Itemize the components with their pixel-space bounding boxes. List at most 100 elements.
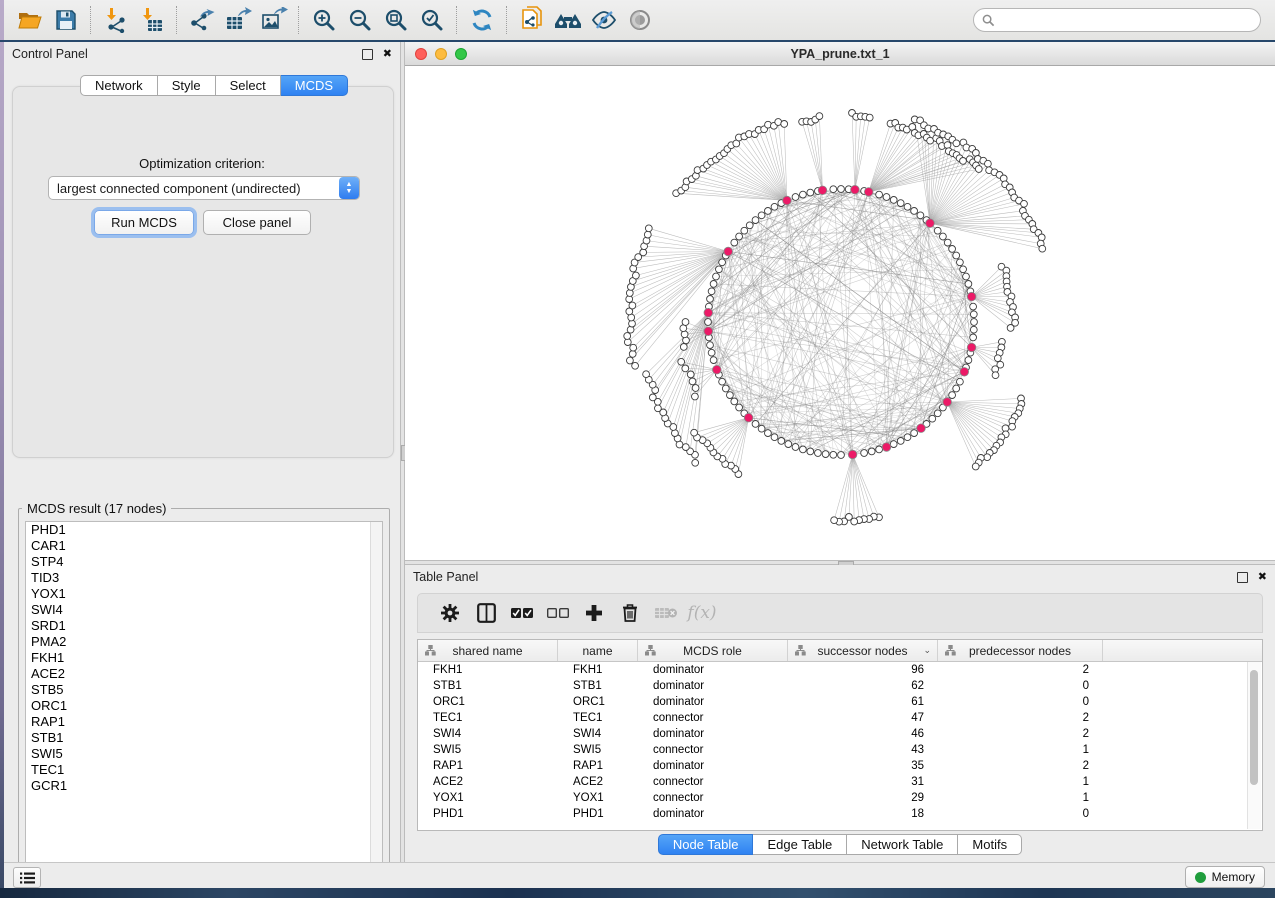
delete-columns-trash-icon[interactable]	[612, 598, 648, 628]
mcds-result-item[interactable]: SWI5	[26, 746, 382, 762]
tab-network-table[interactable]: Network Table	[847, 834, 958, 855]
run-mcds-button[interactable]: Run MCDS	[94, 210, 194, 235]
import-table-icon[interactable]	[134, 4, 170, 36]
network-search-field[interactable]	[973, 8, 1261, 32]
column-header-label: shared name	[452, 644, 522, 658]
table-row[interactable]: PHD1PHD1dominator180	[418, 806, 1262, 822]
table-cell: PHD1	[418, 808, 558, 820]
task-history-button[interactable]	[13, 867, 41, 888]
sort-chevron-icon: ⌄	[923, 645, 931, 656]
zoom-fit-icon[interactable]	[378, 4, 414, 36]
table-cell: 62	[788, 680, 938, 692]
mcds-result-item[interactable]: CAR1	[26, 538, 382, 554]
mcds-result-item[interactable]: STP4	[26, 554, 382, 570]
mcds-result-item[interactable]: ACE2	[26, 666, 382, 682]
mcds-result-item[interactable]: PHD1	[26, 522, 382, 538]
column-header-shared-name[interactable]: shared name	[418, 640, 558, 661]
mcds-result-item[interactable]: PMA2	[26, 634, 382, 650]
open-file-icon[interactable]	[12, 4, 48, 36]
mcds-result-item[interactable]: RAP1	[26, 714, 382, 730]
show-graphics-details-icon[interactable]	[622, 4, 658, 36]
table-row[interactable]: ACE2ACE2connector311	[418, 774, 1262, 790]
desktop-wallpaper-bottom	[0, 888, 1275, 898]
show-columns-icon[interactable]	[468, 598, 504, 628]
table-row[interactable]: RAP1RAP1dominator352	[418, 758, 1262, 774]
search-network-icon[interactable]	[550, 4, 586, 36]
close-panel-icon[interactable]: ✖	[383, 49, 392, 60]
mcds-list-scrollbar[interactable]	[370, 522, 382, 874]
tab-node-table[interactable]: Node Table	[658, 834, 754, 855]
close-panel-icon[interactable]: ✖	[1258, 572, 1267, 583]
table-row[interactable]: FKH1FKH1dominator962	[418, 662, 1262, 678]
mcds-result-item[interactable]: YOX1	[26, 586, 382, 602]
column-header-name[interactable]: name	[558, 640, 638, 661]
table-row[interactable]: ORC1ORC1dominator610	[418, 694, 1262, 710]
table-cell: dominator	[638, 664, 788, 676]
node-table[interactable]: shared name nameMCDS rolesuccessor nodes⌄…	[417, 639, 1263, 831]
create-column-icon[interactable]	[576, 598, 612, 628]
table-panel-title: Table Panel	[413, 570, 478, 584]
export-image-icon[interactable]	[256, 4, 292, 36]
table-row[interactable]: STB1STB1dominator620	[418, 678, 1262, 694]
mcds-result-item[interactable]: GCR1	[26, 778, 382, 794]
control-panel-header: Control Panel ✖	[4, 42, 400, 66]
mcds-result-item[interactable]: FKH1	[26, 650, 382, 666]
mcds-result-item[interactable]: TID3	[26, 570, 382, 586]
zoom-in-icon[interactable]	[306, 4, 342, 36]
deselect-all-rows-icon[interactable]	[540, 598, 576, 628]
memory-button[interactable]: Memory	[1185, 866, 1265, 888]
table-mode-gear-icon[interactable]	[432, 598, 468, 628]
memory-label: Memory	[1212, 870, 1255, 884]
table-cell: 0	[938, 680, 1103, 692]
tab-mcds[interactable]: MCDS	[281, 75, 348, 96]
tab-style[interactable]: Style	[158, 75, 216, 96]
table-row[interactable]: SWI5SWI5connector431	[418, 742, 1262, 758]
save-session-icon[interactable]	[48, 4, 84, 36]
select-all-rows-icon[interactable]	[504, 598, 540, 628]
network-graph[interactable]	[405, 66, 1273, 560]
table-cell: 1	[938, 792, 1103, 804]
zoom-selected-icon[interactable]	[414, 4, 450, 36]
table-scrollbar-thumb[interactable]	[1250, 670, 1258, 785]
mcds-result-title: MCDS result (17 nodes)	[22, 501, 171, 516]
network-window-titlebar[interactable]: YPA_prune.txt_1	[405, 42, 1275, 66]
import-network-icon[interactable]	[98, 4, 134, 36]
export-table-icon[interactable]	[220, 4, 256, 36]
mcds-result-list[interactable]: PHD1CAR1STP4TID3YOX1SWI4SRD1PMA2FKH1ACE2…	[25, 521, 383, 875]
mcds-result-item[interactable]: ORC1	[26, 698, 382, 714]
mcds-result-item[interactable]: SRD1	[26, 618, 382, 634]
table-row[interactable]: SWI4SWI4dominator462	[418, 726, 1262, 742]
search-input[interactable]	[995, 10, 1260, 30]
tab-network[interactable]: Network	[80, 75, 158, 96]
mcds-result-item[interactable]: TEC1	[26, 762, 382, 778]
refresh-icon[interactable]	[464, 4, 500, 36]
column-header-MCDS-role[interactable]: MCDS role	[638, 640, 788, 661]
table-scrollbar[interactable]	[1247, 662, 1261, 829]
close-panel-button[interactable]: Close panel	[203, 210, 311, 235]
mcds-result-item[interactable]: STB5	[26, 682, 382, 698]
table-toolbar: f(x)	[417, 593, 1263, 633]
optimization-criterion-dropdown[interactable]: largest connected component (undirected)…	[48, 176, 360, 200]
tab-motifs[interactable]: Motifs	[958, 834, 1022, 855]
hide-graphics-details-icon[interactable]	[586, 4, 622, 36]
network-canvas[interactable]	[405, 66, 1275, 560]
table-row[interactable]: YOX1YOX1connector291	[418, 790, 1262, 806]
column-header-predecessor-nodes[interactable]: predecessor nodes	[938, 640, 1103, 661]
zoom-out-icon[interactable]	[342, 4, 378, 36]
clone-network-icon[interactable]	[514, 4, 550, 36]
table-cell: ORC1	[418, 696, 558, 708]
table-cell: dominator	[638, 728, 788, 740]
mcds-result-item[interactable]: SWI4	[26, 602, 382, 618]
table-cell: STB1	[418, 680, 558, 692]
export-network-icon[interactable]	[184, 4, 220, 36]
table-row[interactable]: TEC1TEC1connector472	[418, 710, 1262, 726]
column-header-successor-nodes[interactable]: successor nodes⌄	[788, 640, 938, 661]
tab-edge-table[interactable]: Edge Table	[753, 834, 847, 855]
float-panel-icon[interactable]	[362, 49, 373, 60]
column-type-icon	[645, 645, 656, 659]
table-cell: FKH1	[558, 664, 638, 676]
application-window: Control Panel ✖ NetworkStyleSelectMCDS O…	[0, 0, 1275, 898]
float-panel-icon[interactable]	[1237, 572, 1248, 583]
mcds-result-item[interactable]: STB1	[26, 730, 382, 746]
tab-select[interactable]: Select	[216, 75, 281, 96]
